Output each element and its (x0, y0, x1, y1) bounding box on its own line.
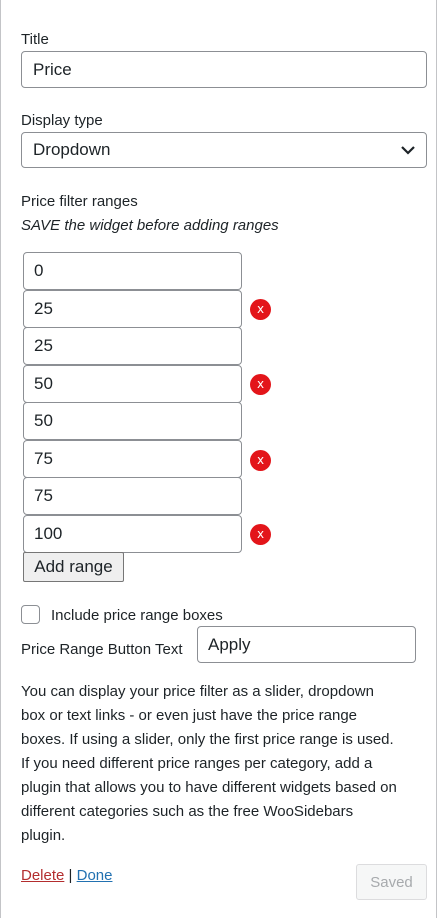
remove-range-button-4[interactable]: x (250, 524, 271, 545)
button-text-input[interactable]: Apply (197, 626, 416, 663)
ranges-note: SAVE the widget before adding ranges (21, 217, 279, 234)
footer-links: Delete | Done (21, 867, 112, 884)
range-input-to-4[interactable]: 100 (23, 515, 242, 553)
remove-range-button-3[interactable]: x (250, 450, 271, 471)
range-input-to-2[interactable]: 50 (23, 365, 242, 403)
delete-link[interactable]: Delete (21, 867, 64, 884)
remove-range-button-2[interactable]: x (250, 374, 271, 395)
button-text-label: Price Range Button Text (21, 641, 183, 658)
range-input-from-4[interactable]: 75 (23, 477, 242, 515)
range-input-from-1[interactable]: 0 (23, 252, 242, 290)
chevron-down-icon (401, 146, 415, 155)
range-input-to-1[interactable]: 25 (23, 290, 242, 328)
display-type-value: Dropdown (33, 140, 111, 159)
display-type-label: Display type (21, 112, 103, 129)
ranges-heading: Price filter ranges (21, 193, 138, 210)
range-input-from-2[interactable]: 25 (23, 327, 242, 365)
title-label: Title (21, 31, 49, 48)
range-input-to-3[interactable]: 75 (23, 440, 242, 478)
link-separator: | (68, 867, 73, 884)
remove-range-button-1[interactable]: x (250, 299, 271, 320)
title-input[interactable]: Price (21, 51, 427, 88)
include-boxes-label: Include price range boxes (51, 607, 223, 624)
include-boxes-checkbox[interactable] (21, 605, 40, 624)
add-range-button[interactable]: Add range (23, 552, 124, 582)
range-input-from-3[interactable]: 50 (23, 402, 242, 440)
display-type-select[interactable]: Dropdown (21, 132, 427, 168)
description-text: You can display your price filter as a s… (21, 683, 397, 844)
saved-button[interactable]: Saved (356, 864, 427, 900)
done-link[interactable]: Done (77, 867, 113, 884)
widget-panel: Title Price Display type Dropdown Price … (0, 0, 437, 918)
